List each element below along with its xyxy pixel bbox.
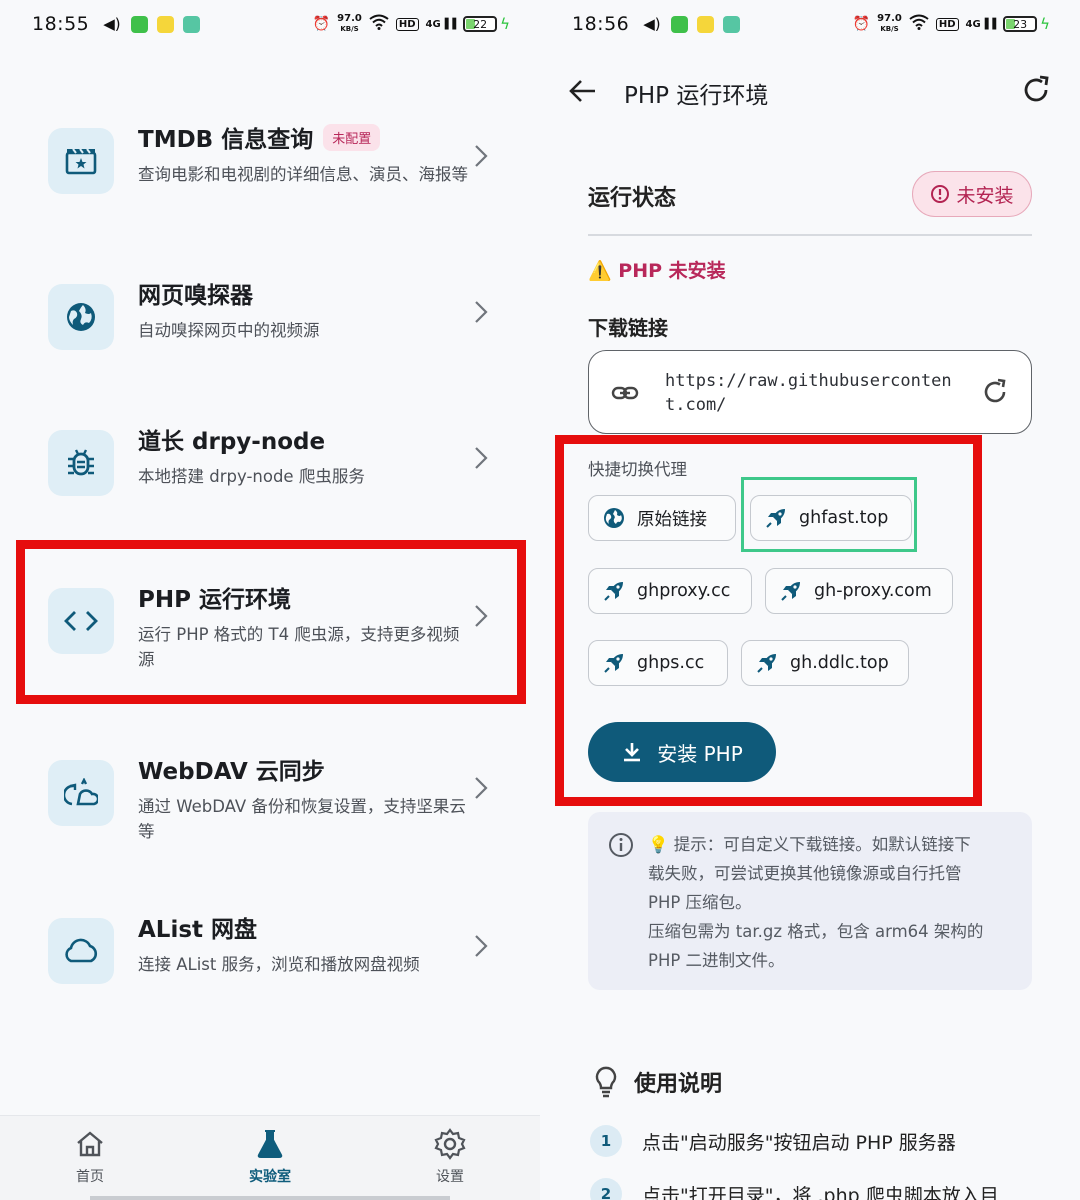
list-item-sniffer[interactable]: 网页嗅探器 自动嗅探网页中的视频源 <box>48 283 498 404</box>
back-arrow-icon[interactable] <box>568 76 598 106</box>
list-item-alist[interactable]: AList 网盘 连接 AList 服务，浏览和播放网盘视频 <box>48 917 498 1038</box>
nav-tab-home[interactable]: 首页 <box>40 1128 140 1186</box>
chevron-right-icon <box>475 145 488 167</box>
flask-icon <box>257 1130 283 1158</box>
item-title: TMDB 信息查询 未配置 <box>138 120 381 154</box>
chevron-right-icon <box>475 777 488 799</box>
globe-icon <box>48 284 114 350</box>
tip-card: 💡 提示：可自定义下载链接。如默认链接下 载失败，可尝试更换其他镜像源或自行托管… <box>588 812 1032 990</box>
cloud-icon <box>48 918 114 984</box>
item-title: AList 网盘 <box>138 917 258 943</box>
item-description: 本地搭建 drpy-node 爬虫服务 <box>138 467 365 486</box>
wifi-icon <box>909 14 929 34</box>
url-value[interactable]: https://raw.githubusercontent.com/ <box>665 369 955 417</box>
highlight-box <box>555 435 982 806</box>
list-item-webdav[interactable]: WebDAV 云同步 通过 WebDAV 备份和恢复设置，支持坚果云等 <box>48 759 498 880</box>
app-notification-icon <box>156 15 174 33</box>
info-icon <box>609 833 633 857</box>
battery-icon: 23 <box>1003 16 1038 32</box>
divider <box>588 234 1032 236</box>
lightbulb-icon <box>595 1066 617 1098</box>
app-notification-icon <box>182 15 200 33</box>
chevron-right-icon <box>475 447 488 469</box>
item-description: 自动嗅探网页中的视频源 <box>138 321 320 340</box>
tip-text: 💡 提示：可自定义下载链接。如默认链接下 载失败，可尝试更换其他镜像源或自行托管… <box>648 835 984 970</box>
status-pill: 未安装 <box>912 171 1032 217</box>
usage-step: 1 点击"启动服务"按钮启动 PHP 服务器 <box>590 1125 956 1157</box>
nav-tab-settings[interactable]: 设置 <box>400 1128 500 1186</box>
nav-label: 实验室 <box>249 1169 291 1185</box>
signal-icon: 4G▐▐ <box>965 18 997 30</box>
net-speed: 97.0 KB/S <box>337 13 362 34</box>
download-url-field[interactable]: https://raw.githubusercontent.com/ <box>588 350 1032 434</box>
step-number: 2 <box>590 1178 622 1200</box>
nav-label: 首页 <box>76 1169 104 1185</box>
app-notification-icon <box>670 15 688 33</box>
refresh-icon[interactable] <box>1020 74 1052 106</box>
gesture-bar <box>90 1196 450 1200</box>
charging-icon: ϟ <box>1040 15 1050 33</box>
run-status-label: 运行状态 <box>588 186 677 211</box>
left-screen: 18:55 ◀) ⏰ 97.0 KB/S HD 4G▐▐ 22 ϟ TMDB 信息… <box>0 0 540 1200</box>
list-item-drpy-node[interactable]: 道长 drpy-node 本地搭建 drpy-node 爬虫服务 <box>48 429 498 550</box>
alarm-icon: ⏰ <box>852 16 871 32</box>
download-link-label: 下载链接 <box>588 316 668 340</box>
status-bar: 18:56 ◀) ⏰ 97.0 KB/S HD 4G▐▐ 23 ϟ <box>572 8 1050 40</box>
status-bar: 18:55 ◀) ⏰ 97.0 KB/S HD 4G▐▐ 22 ϟ <box>32 8 510 40</box>
chevron-right-icon <box>475 301 488 323</box>
app-notification-icon <box>130 15 148 33</box>
charging-icon: ϟ <box>500 15 510 33</box>
chevron-right-icon <box>475 935 488 957</box>
net-speed: 97.0 KB/S <box>877 13 902 34</box>
warning-text: ⚠️ PHP 未安装 <box>588 260 726 282</box>
hd-icon: HD <box>395 17 419 31</box>
sync-icon <box>48 760 114 826</box>
bottom-navigation: 首页 实验室 设置 <box>0 1115 540 1200</box>
highlight-box <box>16 540 526 704</box>
app-notification-icon <box>696 15 714 33</box>
step-number: 1 <box>590 1125 622 1157</box>
item-title: 网页嗅探器 <box>138 283 253 309</box>
app-bar: PHP 运行环境 <box>568 70 1052 114</box>
link-icon <box>611 386 639 400</box>
movie-icon <box>48 128 114 194</box>
alarm-icon: ⏰ <box>312 16 331 32</box>
item-description: 通过 WebDAV 备份和恢复设置，支持坚果云等 <box>138 797 466 841</box>
usage-step: 2 点击"打开目录"，将 .php 爬虫脚本放入目 <box>590 1178 999 1200</box>
status-badge: 未配置 <box>323 123 381 151</box>
signal-icon: 4G▐▐ <box>425 18 457 30</box>
wifi-icon <box>369 14 389 34</box>
home-icon <box>77 1131 103 1157</box>
status-time: 18:56 <box>572 13 630 35</box>
nav-tab-lab[interactable]: 实验室 <box>220 1128 320 1186</box>
volume-icon: ◀) <box>643 15 661 33</box>
nav-label: 设置 <box>436 1169 464 1185</box>
usage-heading: 使用说明 <box>592 1066 722 1098</box>
bug-icon <box>48 430 114 496</box>
step-text: 点击"打开目录"，将 .php 爬虫脚本放入目 <box>642 1184 999 1200</box>
gear-icon <box>434 1128 466 1160</box>
error-icon <box>931 185 950 203</box>
page-title: PHP 运行环境 <box>624 83 769 109</box>
app-notification-icon <box>722 15 740 33</box>
item-description: 查询电影和电视剧的详细信息、演员、海报等 <box>138 165 468 184</box>
reset-icon[interactable] <box>981 378 1009 406</box>
volume-icon: ◀) <box>103 15 121 33</box>
item-description: 连接 AList 服务，浏览和播放网盘视频 <box>138 955 420 974</box>
list-item-tmdb[interactable]: TMDB 信息查询 未配置 查询电影和电视剧的详细信息、演员、海报等 <box>48 123 498 248</box>
item-title: 道长 drpy-node <box>138 429 326 455</box>
item-title: WebDAV 云同步 <box>138 759 325 785</box>
status-time: 18:55 <box>32 13 90 35</box>
step-text: 点击"启动服务"按钮启动 PHP 服务器 <box>642 1131 956 1154</box>
battery-icon: 22 <box>463 16 498 32</box>
right-screen: 18:56 ◀) ⏰ 97.0 KB/S HD 4G▐▐ 23 ϟ PHP 运行环… <box>540 0 1080 1200</box>
hd-icon: HD <box>935 17 959 31</box>
